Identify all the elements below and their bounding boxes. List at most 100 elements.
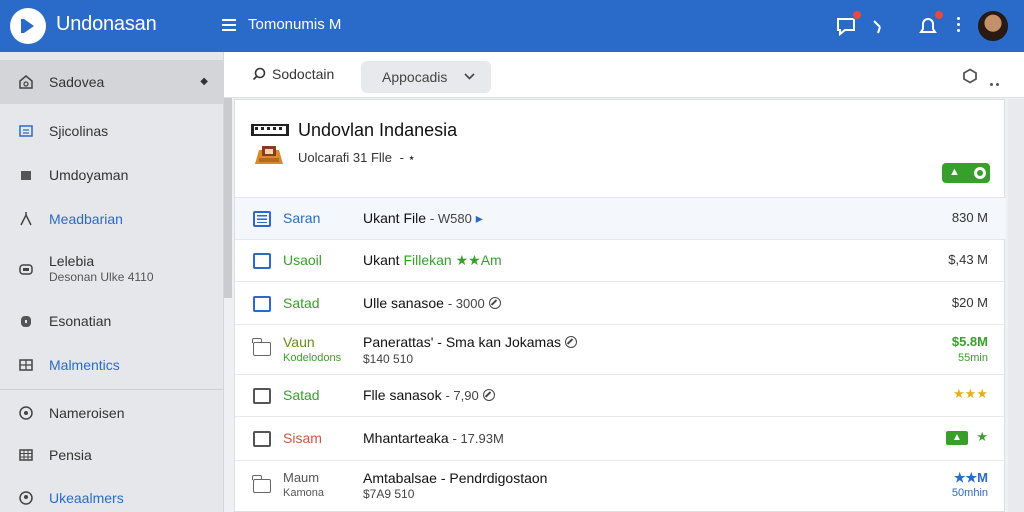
app-title: Undonasan [56, 13, 157, 35]
folder-icon [19, 125, 33, 137]
file-name: Flle sanasok [363, 387, 442, 403]
sidebar-item-ukeaalmers[interactable]: Ukeaalmers [0, 476, 224, 512]
file-tag: Fillekan ★★Am [403, 252, 502, 268]
table-row[interactable]: Maum Kamona Amtabalsae - Pendrdigostaon … [235, 461, 1006, 512]
sidebar-divider [0, 389, 224, 390]
top-tab[interactable]: Tomonumis M [248, 16, 341, 33]
top-bar: Undonasan Tomonumis M [0, 0, 1024, 52]
chevron-icon: ◆ [200, 76, 208, 87]
sidebar-item-meadbarian[interactable]: Meadbarian [0, 197, 224, 241]
rating-stars: ★ [976, 429, 988, 444]
row-file: Ulle sanasoe - 3000 [363, 295, 501, 311]
search-icon [252, 67, 266, 81]
sidebar-item-lelebia[interactable]: Lelebia Desonan Ulke 4110 [0, 243, 224, 299]
sidebar-item-pensia[interactable]: Pensia [0, 433, 224, 477]
row-name: Usaoil [283, 252, 322, 268]
table-row[interactable]: Vaun Kodelodons Panerattas' - Sma kan Jo… [235, 325, 1006, 375]
sidebar-item-sjicolinas[interactable]: Sjicolinas [0, 109, 224, 153]
view-dropdown[interactable]: Appocadis [361, 61, 491, 93]
link-icon: - ⋆ [399, 150, 416, 165]
menu-icon[interactable] [222, 16, 238, 34]
row-duration: 55min [958, 352, 988, 364]
row-subname: Kodelodons [283, 352, 342, 364]
file-name: Mhantarteaka [363, 430, 449, 446]
rating-stars: ★★M [953, 470, 988, 485]
chat-icon[interactable] [834, 10, 862, 38]
tools-icon [20, 212, 32, 226]
green-tag-icon: ▲ [946, 431, 968, 445]
account-icon [19, 491, 33, 505]
sidebar-item-umdoyaman[interactable]: Umdoyaman [0, 153, 224, 197]
file-name: Ukant [363, 252, 400, 268]
sidebar-item-malmentics[interactable]: Malmentics [0, 343, 224, 387]
row-size: 830 M [951, 210, 988, 225]
file-meta: - 7,90 [445, 388, 479, 403]
table-row[interactable]: Saran Ukant File - W580 ▸ 830 M [235, 198, 1006, 240]
page-title: Undovlan Indanesia [298, 120, 458, 140]
sidebar-item-label: Sadovea [49, 74, 105, 90]
row-subname: Kamona [283, 487, 324, 499]
row-name: Satad [283, 295, 320, 311]
checkbox-icon[interactable] [253, 431, 271, 447]
file-meta: - W580 [429, 211, 472, 226]
toolbar: Sodoctain Appocadis [224, 52, 1024, 98]
sidebar-scrollbar[interactable] [224, 98, 232, 298]
page-subtitle: Uolcarafi 31 Flle - ⋆ [298, 150, 416, 166]
sidebar-item-label: Pensia [49, 447, 92, 463]
user-avatar[interactable] [978, 11, 1008, 41]
row-name: Maum [283, 470, 320, 485]
notification-icon[interactable] [916, 10, 944, 38]
tools-icon[interactable] [868, 14, 892, 38]
table-row[interactable]: Sisam Mhantarteaka - 17.93M ▲ ★ [235, 417, 1006, 461]
row-name: Saran [283, 210, 321, 226]
row-name: Satad [283, 387, 320, 403]
status-toggle[interactable]: ▲ [942, 163, 990, 183]
dropdown-label: Appocadis [382, 69, 448, 85]
blocked-icon [564, 336, 577, 348]
checkbox-icon[interactable] [253, 296, 271, 312]
subtitle-text: Uolcarafi 31 Flle [298, 150, 392, 165]
settings-icon[interactable] [962, 68, 978, 89]
notification-badge [934, 10, 944, 20]
row-name: Sisam [283, 430, 322, 446]
list-icon [253, 211, 271, 227]
file-name: Panerattas' - Sma kan Jokamas [363, 334, 561, 350]
checkbox-icon[interactable] [253, 253, 271, 269]
sidebar: Sadovea ◆ Sjicolinas Umdoyaman Meadbaria… [0, 52, 224, 512]
film-strip-icon [251, 124, 289, 136]
row-file: Ukant File - W580 ▸ [363, 210, 483, 227]
lock-icon [21, 316, 31, 327]
search-label: Sodoctain [272, 66, 335, 82]
more-horizontal-icon[interactable] [990, 73, 1002, 91]
sidebar-item-esonatian[interactable]: Esonatian [0, 299, 224, 343]
table-row[interactable]: Satad Flle sanasok - 7,90 ★★★ [235, 375, 1006, 417]
chevron-right-icon[interactable]: ▸ [476, 210, 483, 226]
file-meta: - 3000 [447, 296, 485, 311]
table-row[interactable]: Usaoil Ukant Fillekan ★★Am $,43 M [235, 240, 1006, 282]
sidebar-item-sublabel: Desonan Ulke 4110 [49, 270, 154, 284]
row-file-price: $7A9 510 [363, 487, 415, 501]
row-file-price: $140 510 [363, 352, 414, 366]
main-scrollbar[interactable] [1008, 99, 1024, 512]
grid-icon [19, 359, 33, 371]
rating-stars: ★★★ [953, 386, 988, 401]
table-icon [19, 449, 33, 461]
file-panel: Undovlan Indanesia Uolcarafi 31 Flle - ⋆… [234, 99, 1006, 512]
checkbox-icon[interactable] [253, 388, 271, 404]
row-name: Vaun [283, 334, 315, 350]
sidebar-item-nameroisen[interactable]: Nameroisen [0, 391, 224, 435]
folder-icon [252, 475, 271, 493]
more-icon[interactable] [954, 14, 962, 38]
sidebar-item-label: Lelebia [49, 253, 95, 269]
panel-header: Undovlan Indanesia Uolcarafi 31 Flle - ⋆… [235, 100, 1006, 198]
sidebar-item-label: Nameroisen [49, 405, 125, 421]
logo-icon[interactable] [10, 8, 46, 44]
sidebar-item-label: Umdoyaman [49, 167, 129, 183]
blocked-icon [488, 297, 501, 309]
row-file: Mhantarteaka - 17.93M [363, 430, 504, 446]
table-row[interactable]: Satad Ulle sanasoe - 3000 $20 M [235, 282, 1006, 325]
sidebar-item-sadovea[interactable]: Sadovea ◆ [0, 60, 224, 104]
chevron-down-icon [464, 73, 475, 80]
row-size: $20 M [951, 295, 988, 310]
row-file: Flle sanasok - 7,90 [363, 387, 495, 403]
